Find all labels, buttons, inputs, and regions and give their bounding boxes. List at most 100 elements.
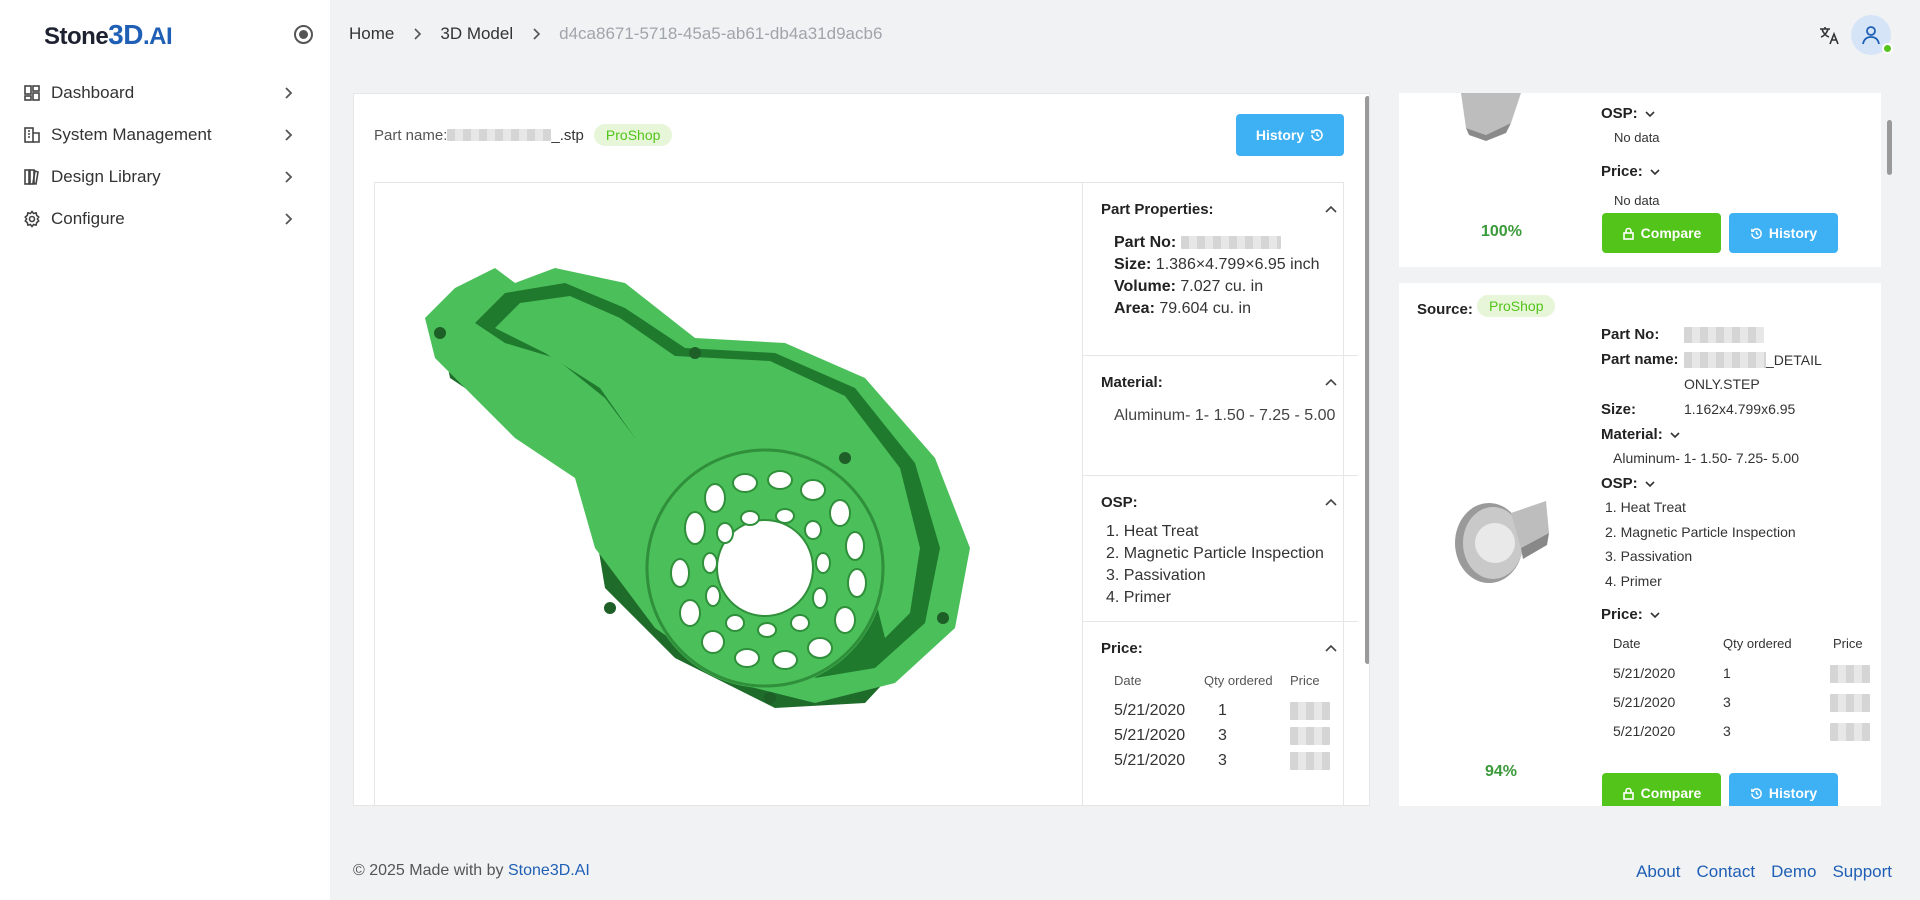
source-label: Source: [1417,301,1473,318]
chevron-up-icon[interactable] [1324,376,1338,390]
history-button[interactable]: History [1729,773,1838,806]
material-label: Material: [1601,426,1681,443]
history-label: History [1768,225,1818,241]
lock-icon [1622,787,1634,800]
redacted-price [1830,723,1870,741]
redacted-part-no [1180,236,1281,250]
sidebar-item-label: Dashboard [51,83,135,102]
price-value: No data [1614,193,1660,208]
model-viewer[interactable]: Part Properties: Part No: Size: 1.386×4.… [374,182,1358,805]
row-date: 5/21/2020 [1613,694,1676,710]
history-button[interactable]: History [1729,213,1838,253]
source-tag: ProShop [593,124,673,146]
chevron-down-icon[interactable] [1649,609,1661,621]
building-icon [24,127,40,143]
col-qty: Qty ordered [1723,636,1792,651]
row-date: 5/21/2020 [1114,726,1186,744]
footer-copyright: © 2025 Made with by Stone3D.AI [353,862,590,880]
osp-title: OSP: [1101,494,1138,511]
chevron-up-icon[interactable] [1324,203,1338,217]
chevron-right-icon [285,171,293,183]
row-date: 5/21/2020 [1613,665,1676,681]
osp-item: 3. Passivation [1106,567,1206,584]
col-date: Date [1114,673,1142,688]
part-no-label: Part No: [1601,326,1660,343]
part-name-label: Part name: [1601,351,1679,368]
results-scrollbar[interactable] [1887,120,1892,175]
footer-link-demo[interactable]: Demo [1771,862,1816,882]
similar-part-card: OSP: No data Price: No data 100% Compare… [1399,93,1881,267]
main-scrollbar[interactable] [1365,96,1369,664]
row-qty: 3 [1723,723,1731,739]
breadcrumb-3d-model[interactable]: 3D Model [440,24,513,44]
size-value: 1.386×4.799×6.95 inch [1155,256,1320,273]
osp-item: 4. Primer [1106,589,1171,606]
sidebar-item-configure[interactable]: Configure [0,198,330,240]
chevron-up-icon[interactable] [1324,496,1338,510]
col-price: Price [1833,636,1863,651]
3d-model-render[interactable] [395,228,995,748]
sidebar-item-system-management[interactable]: System Management [0,114,330,156]
price-label: Price: [1601,606,1661,623]
logo[interactable]: Stone3D.AI [44,19,173,51]
footer-link-contact[interactable]: Contact [1697,862,1756,882]
material-title: Material: [1101,374,1163,391]
part-thumbnail[interactable] [1451,93,1531,143]
chevron-right-icon [414,28,422,40]
history-icon [1750,227,1762,239]
similar-parts-list: OSP: No data Price: No data 100% Compare… [1399,93,1881,806]
chevron-down-icon[interactable] [1649,166,1661,178]
chevron-down-icon[interactable] [1669,429,1681,441]
online-status-dot [1882,43,1893,54]
redacted-part-name [1684,352,1766,368]
chevron-right-icon [285,129,293,141]
compare-button[interactable]: Compare [1602,773,1721,806]
sidebar-item-design-library[interactable]: Design Library [0,156,330,198]
osp-item: 4. Primer [1605,573,1662,589]
sidebar-collapse-button[interactable] [294,25,313,44]
footer-link-about[interactable]: About [1636,862,1680,882]
material-section: Material: Aluminum- 1- 1.50 - 7.25 - 5.0… [1083,356,1358,476]
size-label: Size: [1601,401,1637,418]
chevron-down-icon[interactable] [1644,108,1656,120]
col-date: Date [1613,636,1641,651]
osp-item: 2. Magnetic Particle Inspection [1605,524,1796,540]
price-label: Price: [1601,163,1661,180]
row-date: 5/21/2020 [1114,701,1186,719]
compare-button[interactable]: Compare [1602,213,1721,253]
footer-link-support[interactable]: Support [1832,862,1892,882]
chevron-right-icon [533,28,541,40]
area-value: 79.604 cu. in [1159,300,1251,317]
osp-item: 2. Magnetic Particle Inspection [1106,545,1324,562]
properties-panel: Part Properties: Part No: Size: 1.386×4.… [1082,183,1358,805]
row-qty: 3 [1218,751,1227,769]
part-thumbnail[interactable] [1451,493,1551,588]
table-row: 5/21/2020 1 [1114,698,1340,723]
avatar[interactable] [1851,15,1893,55]
row-qty: 3 [1723,694,1731,710]
chevron-up-icon[interactable] [1324,642,1338,656]
chevron-right-icon [285,87,293,99]
osp-item: 1. Heat Treat [1106,523,1199,540]
collapse-dot-icon [299,30,308,39]
history-button[interactable]: History [1236,114,1344,156]
history-button-label: History [1255,127,1305,143]
part-name-suffix: _.stp [551,126,584,144]
price-title: Price: [1101,640,1143,657]
redacted-part-name [447,129,552,141]
redacted-price [1290,751,1330,770]
sidebar-item-label: Design Library [51,167,161,186]
footer-brand-link[interactable]: Stone3D.AI [508,862,590,879]
chevron-down-icon[interactable] [1644,478,1656,490]
sidebar-nav: Dashboard System Management Design Libra… [0,72,330,240]
redacted-price [1290,701,1330,720]
translate-icon[interactable] [1818,24,1840,46]
osp-item: 1. Heat Treat [1605,499,1686,515]
volume-label: Volume: [1114,278,1176,295]
sidebar-item-label: System Management [51,125,212,144]
col-qty: Qty ordered [1204,673,1273,688]
breadcrumb-home[interactable]: Home [349,24,394,44]
sidebar-item-dashboard[interactable]: Dashboard [0,72,330,114]
osp-label: OSP: [1601,105,1656,122]
row-date: 5/21/2020 [1114,751,1186,769]
